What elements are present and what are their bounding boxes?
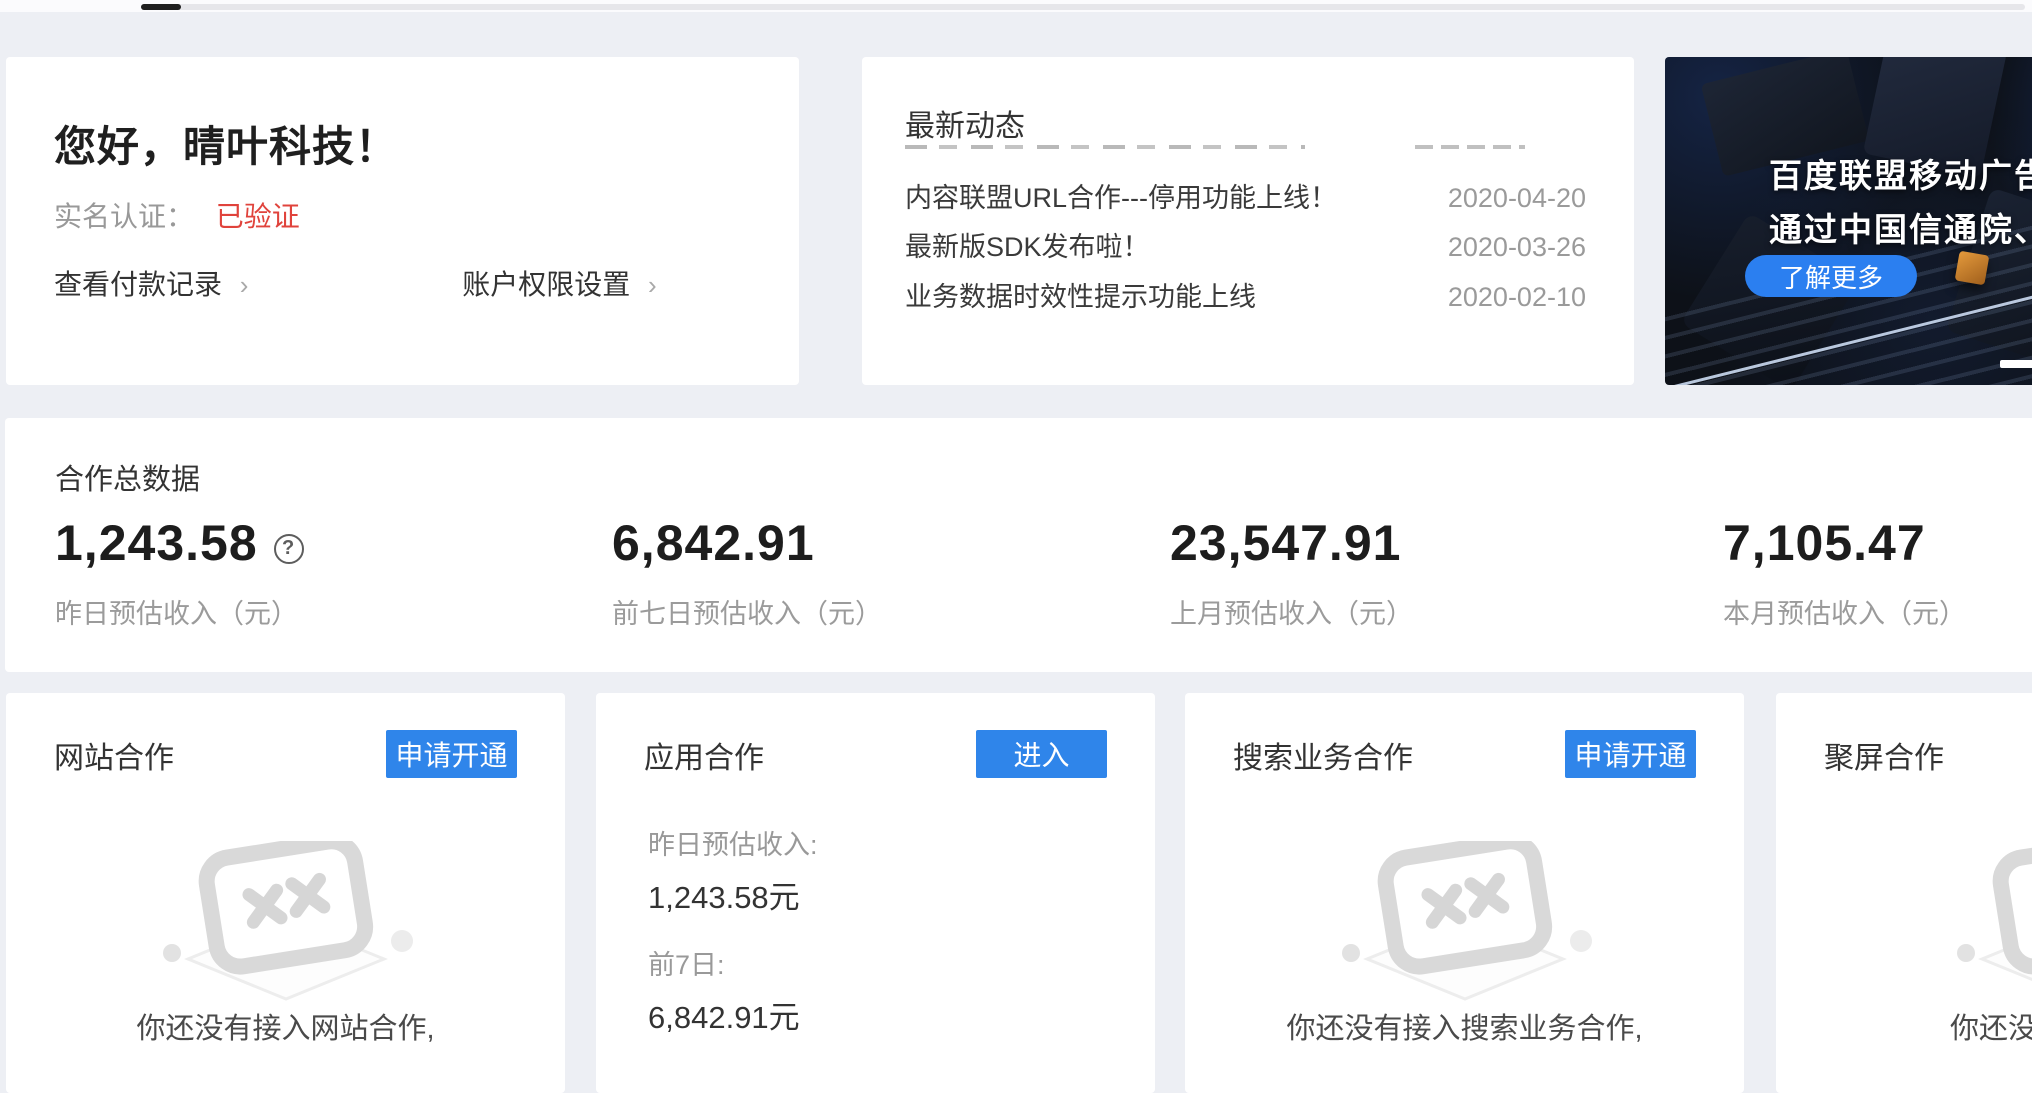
stat-label: 本月预估收入（元） <box>1723 592 1966 631</box>
stat-value: 6,842.91 <box>612 514 882 572</box>
stat-last7days-income: 6,842.91 前七日预估收入（元） <box>612 514 882 631</box>
verify-status-badge: 已验证 <box>216 201 300 232</box>
empty-state-tv-icon <box>156 841 416 1006</box>
news-item-date: 2020-02-10 <box>1448 277 1586 317</box>
search-coop-card: 搜索业务合作 申请开通 你还没有接入搜索业务合作, <box>1185 693 1744 1093</box>
stat-thismonth-income: 7,105.47 本月预估收入（元） <box>1723 514 1966 631</box>
news-item[interactable]: 内容联盟URL合作---停用功能上线！ 2020-04-20 <box>905 178 1586 218</box>
income-row: 前7日: 6,842.91元 <box>648 943 800 1037</box>
stat-value: 7,105.47 <box>1723 514 1966 572</box>
chevron-right-icon: › <box>648 270 657 300</box>
welcome-card: 您好，晴叶科技！ 实名认证： 已验证 查看付款记录 › 账户权限设置 › <box>6 57 799 385</box>
empty-state-text: 你还没有接入网站合作, <box>136 1005 434 1047</box>
juping-coop-card: 聚屏合作 你还没有 <box>1776 693 2032 1093</box>
clipped-news-text-fragment <box>905 145 1305 149</box>
empty-state-text: 你还没有接入搜索业务合作, <box>1286 1005 1642 1047</box>
app-coop-card: 应用合作 进入 昨日预估收入: 1,243.58元 前7日: 6,842.91元 <box>596 693 1155 1093</box>
income-label: 前7日: <box>648 943 800 982</box>
news-card: 最新动态 内容联盟URL合作---停用功能上线！ 2020-04-20 最新版S… <box>862 57 1634 385</box>
apply-open-button[interactable]: 申请开通 <box>1565 730 1696 778</box>
coop-card-title: 搜索业务合作 <box>1233 733 1413 777</box>
news-item-date: 2020-04-20 <box>1448 178 1586 218</box>
horizontal-scrollbar-track[interactable] <box>141 4 2025 10</box>
news-title: 最新动态 <box>905 101 1025 145</box>
news-item-date: 2020-03-26 <box>1448 227 1586 267</box>
banner-orange-cube-decoration <box>1955 251 1990 286</box>
website-coop-card: 网站合作 申请开通 你还没有接入网站合作, <box>6 693 565 1093</box>
summary-title: 合作总数据 <box>55 456 200 498</box>
realname-verification-row: 实名认证： 已验证 <box>54 195 300 235</box>
clipped-news-date-fragment <box>1415 145 1525 149</box>
clipped-news-row <box>905 145 1595 150</box>
help-icon[interactable]: ? <box>274 534 304 564</box>
payment-records-link[interactable]: 查看付款记录 › <box>54 263 248 303</box>
promo-banner[interactable]: 百度联盟移动广告SDK 通过中国信通院、公安 了解更多 <box>1665 57 2032 385</box>
learn-more-button[interactable]: 了解更多 <box>1745 255 1917 297</box>
banner-headline-1: 百度联盟移动广告SDK <box>1769 149 2032 197</box>
stat-label: 昨日预估收入（元） <box>55 592 304 631</box>
horizontal-scrollbar-thumb[interactable] <box>141 4 181 10</box>
income-label: 昨日预估收入: <box>648 823 818 862</box>
coop-card-title: 应用合作 <box>644 733 764 777</box>
coop-card-title: 聚屏合作 <box>1824 733 1944 777</box>
coop-card-title: 网站合作 <box>54 733 174 777</box>
stat-yesterday-income: 1,243.58? 昨日预估收入（元） <box>55 514 304 631</box>
banner-headline-2: 通过中国信通院、公安 <box>1769 203 2032 251</box>
welcome-links-row: 查看付款记录 › 账户权限设置 › <box>54 263 754 303</box>
verify-label: 实名认证： <box>54 201 194 232</box>
income-row: 昨日预估收入: 1,243.58元 <box>648 823 818 917</box>
news-item[interactable]: 最新版SDK发布啦！ 2020-03-26 <box>905 227 1586 267</box>
chevron-right-icon: › <box>240 270 249 300</box>
income-value: 1,243.58元 <box>648 872 818 917</box>
carousel-indicator[interactable] <box>2000 360 2032 368</box>
summary-card: 合作总数据 1,243.58? 昨日预估收入（元） 6,842.91 前七日预估… <box>5 418 2032 672</box>
empty-state-text: 你还没有 <box>1950 1005 2032 1047</box>
account-permission-link[interactable]: 账户权限设置 › <box>462 263 656 303</box>
greeting-text: 您好，晴叶科技！ <box>54 113 398 174</box>
empty-state-tv-icon <box>1950 841 2032 1006</box>
income-value: 6,842.91元 <box>648 992 800 1037</box>
stat-label: 前七日预估收入（元） <box>612 592 882 631</box>
stat-value: 23,547.91 <box>1170 514 1413 572</box>
stat-lastmonth-income: 23,547.91 上月预估收入（元） <box>1170 514 1413 631</box>
stat-value: 1,243.58 <box>55 515 258 571</box>
empty-state-tv-icon <box>1335 841 1595 1006</box>
apply-open-button[interactable]: 申请开通 <box>386 730 517 778</box>
enter-button[interactable]: 进入 <box>976 730 1107 778</box>
news-item[interactable]: 业务数据时效性提示功能上线 2020-02-10 <box>905 277 1586 317</box>
stat-label: 上月预估收入（元） <box>1170 592 1413 631</box>
